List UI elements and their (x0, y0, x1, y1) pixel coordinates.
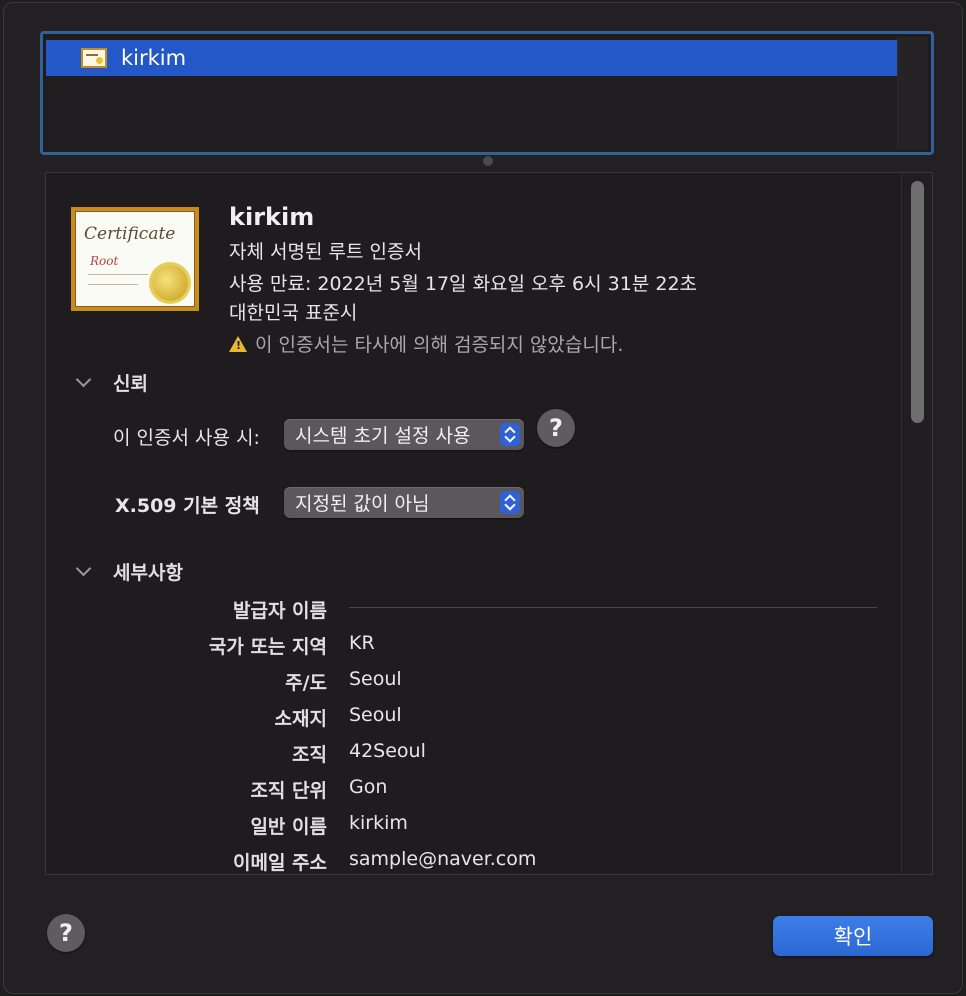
x509-label: X.509 기본 정책 (115, 495, 260, 517)
detail-value: Seoul (349, 704, 402, 726)
trust-section-toggle[interactable]: 신뢰 (75, 369, 148, 396)
when-using-value: 시스템 초기 설정 사용 (295, 425, 471, 447)
detail-value: sample@naver.com (349, 848, 537, 870)
certificate-timezone: 대한민국 표준시 (229, 302, 358, 324)
warning-text: 이 인증서는 타사에 의해 검증되지 않았습니다. (255, 334, 624, 356)
split-handle[interactable] (483, 156, 493, 166)
scrollbar-thumb[interactable] (911, 181, 924, 423)
detail-key: 국가 또는 지역 (208, 636, 327, 658)
verification-warning: ! 이 인증서는 타사에 의해 검증되지 않았습니다. (229, 330, 623, 357)
details-section-toggle[interactable]: 세부사항 (75, 558, 183, 585)
x509-value: 지정된 값이 아님 (295, 493, 430, 515)
certificate-dialog: kirkim Certificate Root kirkim 자체 서명된 루트… (3, 2, 963, 994)
chevron-down-icon (75, 371, 92, 388)
seal-icon (152, 265, 188, 301)
warning-icon: ! (229, 335, 247, 352)
popup-arrows-icon (500, 491, 520, 514)
certificate-badge-sub: Root (90, 254, 119, 268)
certificate-large-icon: Certificate Root (71, 207, 199, 311)
issuer-heading: 발급자 이름 (232, 600, 327, 622)
trust-help-button[interactable]: ? (537, 409, 575, 447)
when-using-label: 이 인증서 사용 시: (113, 427, 260, 449)
detail-value: 42Seoul (349, 740, 426, 762)
divider (349, 607, 877, 608)
certificate-badge-title: Certificate (84, 224, 176, 244)
list-scrollbar[interactable] (897, 37, 928, 149)
detail-value: kirkim (349, 812, 408, 834)
detail-value: Seoul (349, 668, 402, 690)
certificate-expiry: 사용 만료: 2022년 5월 17일 화요일 오후 6시 31분 22초 (229, 273, 698, 295)
detail-key: 이메일 주소 (232, 852, 327, 874)
detail-key: 주/도 (285, 672, 327, 694)
when-using-popup[interactable]: 시스템 초기 설정 사용 (284, 419, 524, 450)
popup-arrows-icon (500, 423, 520, 446)
certificate-icon (81, 48, 107, 68)
certificate-kind: 자체 서명된 루트 인증서 (229, 241, 422, 263)
certificate-list-row[interactable]: kirkim (46, 40, 900, 76)
help-button[interactable]: ? (47, 914, 85, 952)
chevron-down-icon (75, 560, 92, 577)
details-section-title: 세부사항 (113, 562, 183, 584)
x509-popup[interactable]: 지정된 값이 아님 (284, 487, 524, 518)
certificate-list-row-label: kirkim (121, 46, 187, 70)
detail-key: 조직 (292, 744, 327, 766)
detail-value: Gon (349, 776, 388, 798)
detail-key: 일반 이름 (250, 816, 327, 838)
detail-key: 조직 단위 (250, 780, 327, 802)
certificate-detail-panel: Certificate Root kirkim 자체 서명된 루트 인증서 사용… (45, 172, 933, 875)
trust-section-title: 신뢰 (113, 373, 148, 395)
detail-scrollbar[interactable] (901, 173, 932, 874)
certificate-name: kirkim (229, 203, 315, 231)
detail-key: 소재지 (274, 708, 327, 730)
certificate-list[interactable]: kirkim (40, 31, 934, 155)
ok-button[interactable]: 확인 (773, 916, 933, 956)
detail-value: KR (349, 632, 375, 654)
